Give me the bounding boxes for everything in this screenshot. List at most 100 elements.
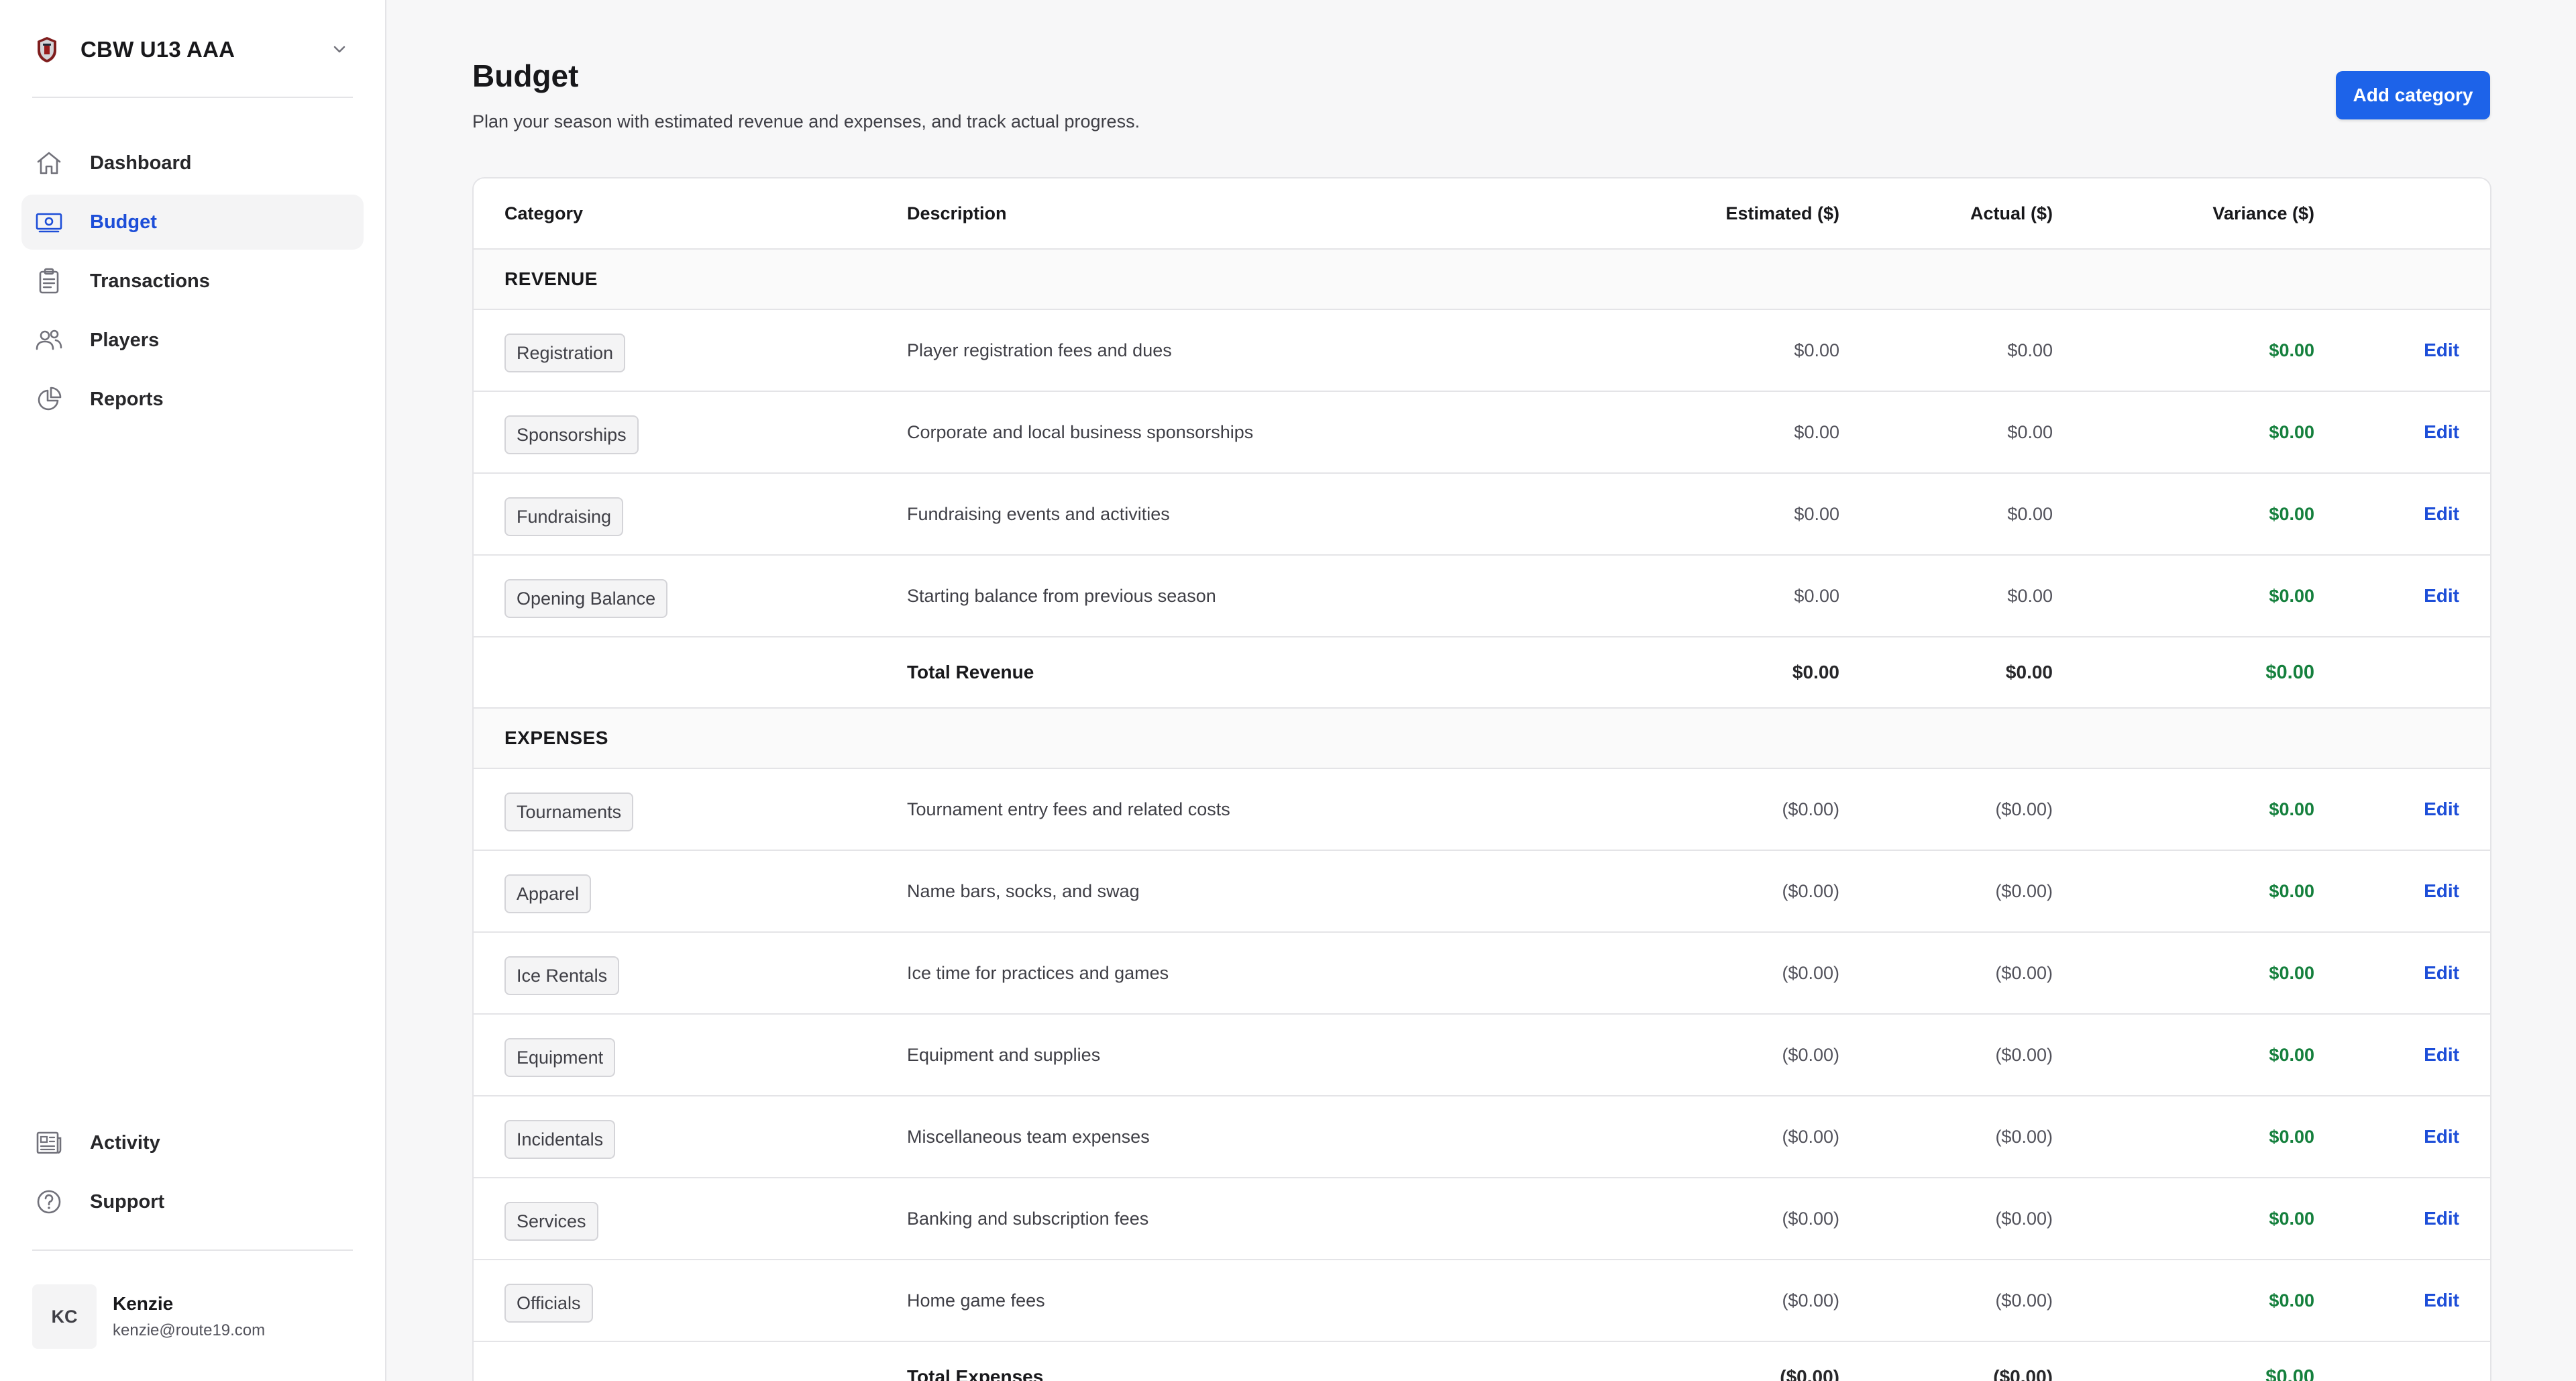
nav-label: Players (90, 329, 160, 351)
category-badge: Equipment (504, 1038, 616, 1077)
edit-link[interactable]: Edit (2424, 421, 2459, 443)
user-info: Kenzie kenzie@route19.com (113, 1293, 265, 1340)
variance-cell: $0.00 (2269, 880, 2314, 901)
sidebar-divider (32, 97, 353, 98)
edit-link[interactable]: Edit (2424, 1126, 2459, 1147)
actual-cell: ($0.00) (1995, 1126, 2053, 1147)
user-profile[interactable]: KC Kenzie kenzie@route19.com (32, 1284, 265, 1349)
estimated-cell: $0.00 (1794, 340, 1839, 360)
category-cell: Officials (504, 1260, 593, 1341)
edit-link[interactable]: Edit (2424, 962, 2459, 984)
category-cell: Equipment (504, 1015, 616, 1095)
secondary-nav: Activity Support (21, 1115, 364, 1233)
category-badge: Tournaments (504, 792, 634, 831)
nav-item-dashboard[interactable]: Dashboard (21, 136, 364, 191)
description-cell: Fundraising events and activities (907, 503, 1170, 524)
variance-cell: $0.00 (2269, 799, 2314, 819)
variance-cell: $0.00 (2269, 1126, 2314, 1147)
category-cell: Apparel (504, 851, 592, 931)
description-cell: Player registration fees and dues (907, 340, 1172, 360)
nav-item-transactions[interactable]: Transactions (21, 254, 364, 309)
category-badge: Services (504, 1202, 598, 1241)
actual-cell: $0.00 (2007, 585, 2053, 606)
section-header-revenue: REVENUE (474, 250, 2490, 310)
add-category-button[interactable]: Add category (2336, 71, 2490, 119)
category-cell: Tournaments (504, 769, 634, 850)
edit-cell: Edit (2424, 310, 2459, 391)
variance-cell: $0.00 (2269, 503, 2314, 524)
nav-item-players[interactable]: Players (21, 313, 364, 368)
description-cell: Ice time for practices and games (907, 962, 1169, 983)
table-row: Apparel Name bars, socks, and swag ($0.00)… (474, 851, 2490, 933)
clipboard-icon (34, 266, 64, 297)
nav-item-reports[interactable]: Reports (21, 372, 364, 427)
category-cell: Opening Balance (504, 556, 668, 636)
section-title: EXPENSES (504, 727, 608, 748)
table-row: Sponsorships Corporate and local business… (474, 392, 2490, 474)
actual-cell: ($0.00) (1995, 880, 2053, 901)
description-cell: Tournament entry fees and related costs (907, 799, 1230, 819)
column-header-description: Description (907, 203, 1007, 223)
sidebar-divider (32, 1249, 353, 1251)
sidebar: CBW U13 AAA Dashboard Budget Transaction… (0, 0, 386, 1381)
category-cell: Registration (504, 310, 626, 391)
nav-item-activity[interactable]: Activity (21, 1115, 364, 1170)
nav-item-budget[interactable]: Budget (21, 195, 364, 250)
team-switcher[interactable]: CBW U13 AAA (21, 24, 357, 75)
table-row: Tournaments Tournament entry fees and rel… (474, 769, 2490, 851)
edit-link[interactable]: Edit (2424, 799, 2459, 820)
estimated-cell: $0.00 (1794, 503, 1839, 524)
pie-chart-icon (34, 384, 64, 415)
category-badge: Incidentals (504, 1120, 616, 1159)
table-row: Registration Player registration fees and… (474, 310, 2490, 392)
category-badge: Ice Rentals (504, 956, 620, 995)
edit-link[interactable]: Edit (2424, 1044, 2459, 1066)
total-variance: $0.00 (2265, 661, 2314, 683)
category-badge: Fundraising (504, 497, 624, 536)
edit-link[interactable]: Edit (2424, 880, 2459, 902)
estimated-cell: ($0.00) (1782, 1208, 1839, 1229)
table-row: Incidentals Miscellaneous team expenses ($… (474, 1096, 2490, 1178)
budget-table: Category Description Estimated ($) Actua… (472, 177, 2491, 1381)
actual-cell: ($0.00) (1995, 1290, 2053, 1311)
expense-rows: Tournaments Tournament entry fees and rel… (474, 769, 2490, 1342)
edit-cell: Edit (2424, 392, 2459, 472)
estimated-cell: ($0.00) (1782, 880, 1839, 901)
total-estimated: $0.00 (1792, 662, 1839, 682)
category-cell: Ice Rentals (504, 933, 620, 1013)
edit-cell: Edit (2424, 1096, 2459, 1177)
revenue-rows: Registration Player registration fees and… (474, 310, 2490, 637)
category-badge: Apparel (504, 874, 592, 913)
newspaper-icon (34, 1127, 64, 1158)
category-badge: Opening Balance (504, 579, 668, 618)
nav-label: Dashboard (90, 152, 192, 174)
nav-item-support[interactable]: Support (21, 1174, 364, 1229)
edit-link[interactable]: Edit (2424, 340, 2459, 361)
category-badge: Officials (504, 1284, 593, 1323)
estimated-cell: $0.00 (1794, 585, 1839, 606)
edit-link[interactable]: Edit (2424, 1290, 2459, 1311)
description-cell: Name bars, socks, and swag (907, 880, 1140, 901)
edit-cell: Edit (2424, 1015, 2459, 1095)
total-variance: $0.00 (2265, 1366, 2314, 1381)
category-cell: Services (504, 1178, 598, 1259)
estimated-cell: ($0.00) (1782, 1126, 1839, 1147)
edit-link[interactable]: Edit (2424, 1208, 2459, 1229)
total-label: Total Expenses (907, 1366, 1044, 1381)
edit-link[interactable]: Edit (2424, 585, 2459, 607)
actual-cell: ($0.00) (1995, 1208, 2053, 1229)
description-cell: Miscellaneous team expenses (907, 1126, 1150, 1147)
category-cell: Incidentals (504, 1096, 616, 1177)
edit-cell: Edit (2424, 1178, 2459, 1259)
estimated-cell: ($0.00) (1782, 799, 1839, 819)
category-badge: Sponsorships (504, 415, 639, 454)
estimated-cell: ($0.00) (1782, 962, 1839, 983)
description-cell: Corporate and local business sponsorship… (907, 421, 1254, 442)
actual-cell: ($0.00) (1995, 799, 2053, 819)
column-header-category: Category (504, 203, 584, 223)
estimated-cell: $0.00 (1794, 421, 1839, 442)
edit-link[interactable]: Edit (2424, 503, 2459, 525)
total-row-expenses: Total Expenses ($0.00) ($0.00) $0.00 (474, 1342, 2490, 1381)
team-logo-icon (34, 35, 60, 64)
column-header-variance: Variance ($) (2212, 203, 2314, 223)
